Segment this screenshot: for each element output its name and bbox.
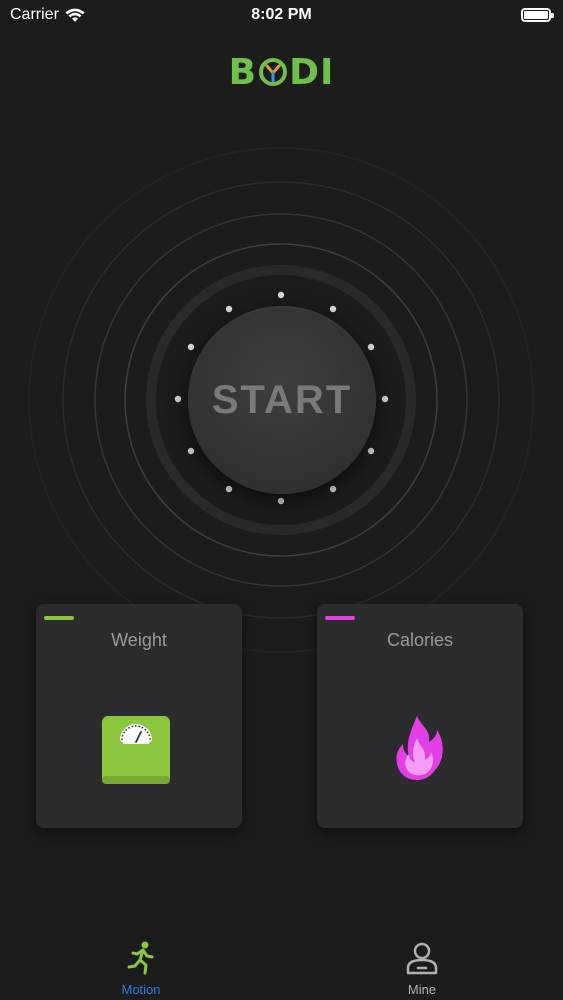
- weight-card-accent: [44, 616, 74, 620]
- person-icon: [406, 942, 438, 975]
- logo-emblem-icon: [259, 58, 288, 86]
- tab-motion[interactable]: Motion: [81, 940, 201, 1000]
- status-left: Carrier: [10, 6, 85, 24]
- battery-icon: [521, 8, 554, 22]
- flame-icon: [396, 716, 443, 780]
- tab-bar: Motion Mine: [0, 930, 563, 1000]
- logo-letters-di: DI: [289, 51, 335, 93]
- app-logo: B DI: [0, 50, 563, 94]
- start-button[interactable]: START: [188, 306, 376, 494]
- calories-card-accent: [325, 616, 355, 620]
- calories-card-title: Calories: [386, 630, 454, 650]
- tab-mine-label: Mine: [407, 982, 437, 997]
- start-button-label: START: [211, 377, 353, 422]
- weight-card-title: Weight: [111, 630, 167, 650]
- calories-card[interactable]: Calories: [317, 604, 523, 828]
- status-bar: Carrier 8:02 PM: [0, 0, 563, 30]
- carrier-label: Carrier: [10, 6, 59, 23]
- tab-mine[interactable]: Mine: [362, 940, 482, 1000]
- tab-motion-label: Motion: [121, 982, 161, 997]
- wifi-icon: [65, 8, 85, 22]
- weight-card[interactable]: Weight: [36, 604, 242, 828]
- running-person-icon: [127, 941, 154, 975]
- logo-letter-b: B: [228, 51, 258, 93]
- scale-icon: [102, 716, 170, 784]
- logo-text: B DI: [229, 52, 335, 93]
